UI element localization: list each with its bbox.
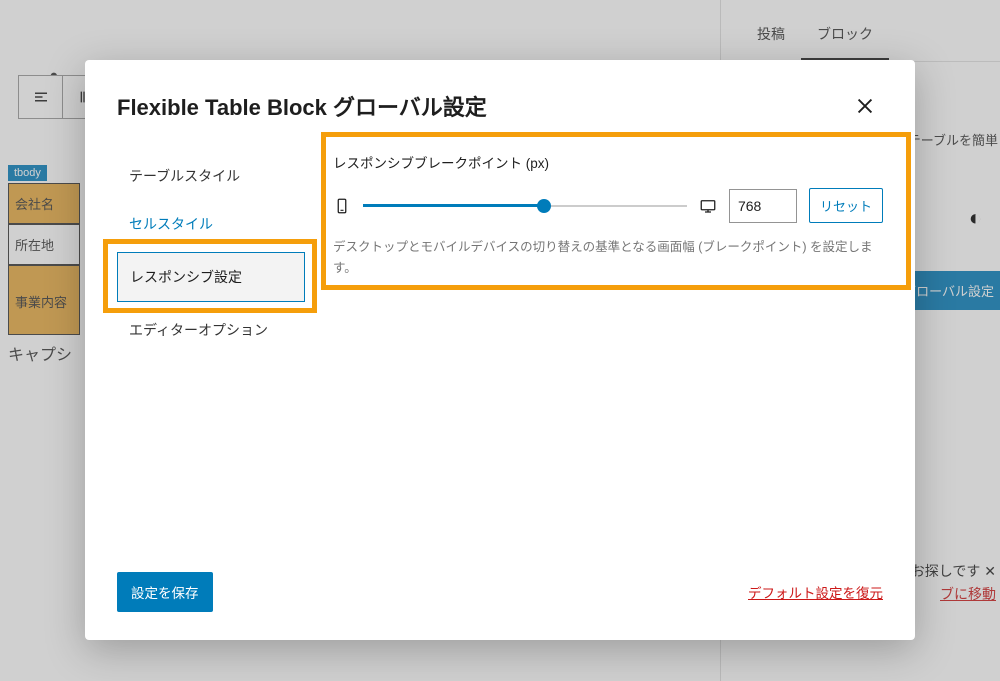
settings-tab-list: テーブルスタイル セルスタイル レスポンシブ設定 エディターオプション <box>117 140 305 554</box>
modal-body: テーブルスタイル セルスタイル レスポンシブ設定 エディターオプション レスポン… <box>85 140 915 554</box>
close-button[interactable] <box>847 88 883 124</box>
modal-title: Flexible Table Block グローバル設定 <box>117 90 487 122</box>
breakpoint-slider[interactable] <box>363 196 687 216</box>
breakpoint-field-label: レスポンシブブレークポイント (px) <box>333 152 883 172</box>
breakpoint-input[interactable] <box>729 189 797 223</box>
restore-defaults-link[interactable]: デフォルト設定を復元 <box>748 582 883 602</box>
tab-responsive[interactable]: レスポンシブ設定 <box>117 252 305 302</box>
modal-footer: 設定を保存 デフォルト設定を復元 <box>85 554 915 640</box>
mobile-icon <box>333 197 351 215</box>
save-button[interactable]: 設定を保存 <box>117 572 213 612</box>
slider-thumb[interactable] <box>537 199 551 213</box>
settings-content: レスポンシブブレークポイント (px) リセット デスクトップとモバイルデバイス… <box>333 140 883 554</box>
tab-table-style[interactable]: テーブルスタイル <box>117 152 305 200</box>
close-icon <box>854 95 876 117</box>
breakpoint-slider-row: リセット <box>333 188 883 223</box>
tab-editor-options[interactable]: エディターオプション <box>117 306 305 354</box>
reset-button[interactable]: リセット <box>809 188 883 223</box>
desktop-icon <box>699 197 717 215</box>
global-settings-modal: Flexible Table Block グローバル設定 テーブルスタイル セル… <box>85 60 915 640</box>
tab-cell-style[interactable]: セルスタイル <box>117 200 305 248</box>
modal-header: Flexible Table Block グローバル設定 <box>85 60 915 140</box>
breakpoint-help-text: デスクトップとモバイルデバイスの切り替えの基準となる画面幅 (ブレークポイント)… <box>333 237 883 280</box>
